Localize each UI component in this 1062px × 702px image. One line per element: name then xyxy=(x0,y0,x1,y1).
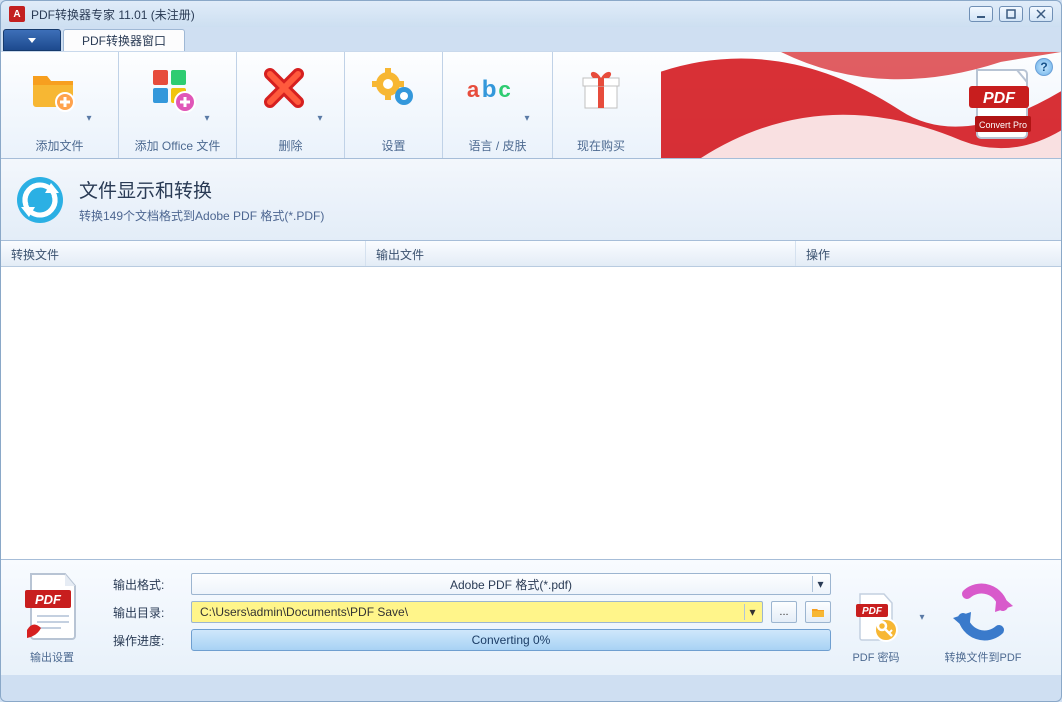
svg-text:b: b xyxy=(481,76,496,103)
col-operation[interactable]: 操作 xyxy=(796,241,1061,266)
ribbon-group-buy: 现在购买 xyxy=(553,52,649,158)
ribbon: ▾ 添加文件 ▾ 添加 Office 文件 ▾ 删除 设置 xyxy=(1,51,1061,159)
add-office-button[interactable] xyxy=(137,58,205,118)
tab-converter[interactable]: PDF转换器窗口 xyxy=(63,29,185,51)
row-progress: 操作进度: Converting 0% xyxy=(113,626,831,654)
out-dir-label: 输出目录: xyxy=(113,604,183,621)
pdf-doc-icon: PDF xyxy=(21,570,83,647)
svg-text:PDF: PDF xyxy=(983,90,1016,107)
bottom-panel: PDF 输出设置 输出格式: Adobe PDF 格式(*.pdf) ▾ 输出目… xyxy=(1,559,1061,675)
folder-icon xyxy=(811,606,825,618)
settings-button[interactable] xyxy=(360,58,428,118)
convert-icon xyxy=(947,582,1019,647)
refresh-icon xyxy=(15,175,65,225)
add-office-dropdown[interactable]: ▾ xyxy=(205,93,219,124)
panel-header: 文件显示和转换 转换149个文档格式到Adobe PDF 格式(*.PDF) xyxy=(1,159,1061,241)
window-title: PDF转换器专家 11.01 (未注册) xyxy=(31,6,195,23)
titlebar: A PDF转换器专家 11.01 (未注册) xyxy=(1,1,1061,27)
convert-label: 转换文件到PDF xyxy=(945,649,1022,665)
abc-icon: abc xyxy=(465,62,517,114)
add-office-label: 添加 Office 文件 xyxy=(119,137,236,154)
file-menu-button[interactable] xyxy=(3,29,61,51)
progress-text: Converting 0% xyxy=(472,633,551,647)
ribbon-group-lang: abc ▾ 语言 / 皮肤 xyxy=(443,52,553,158)
file-list[interactable] xyxy=(1,267,1061,559)
svg-text:Convert Pro: Convert Pro xyxy=(979,120,1027,130)
col-convert-file[interactable]: 转换文件 xyxy=(1,241,366,266)
lang-skin-button[interactable]: abc xyxy=(457,58,525,118)
chevron-down-icon: ▾ xyxy=(744,604,760,620)
convert-button[interactable]: 转换文件到PDF xyxy=(929,566,1037,669)
output-settings-label: 输出设置 xyxy=(30,649,74,665)
panel-text: 文件显示和转换 转换149个文档格式到Adobe PDF 格式(*.PDF) xyxy=(79,176,324,224)
out-format-label: 输出格式: xyxy=(113,576,183,593)
panel-title: 文件显示和转换 xyxy=(79,176,324,203)
svg-text:PDF: PDF xyxy=(35,592,62,607)
ribbon-group-settings: 设置 xyxy=(345,52,443,158)
app-icon: A xyxy=(9,6,25,22)
panel-subtitle: 转换149个文档格式到Adobe PDF 格式(*.PDF) xyxy=(79,207,324,224)
ribbon-group-add-office: ▾ 添加 Office 文件 xyxy=(119,52,237,158)
output-form: 输出格式: Adobe PDF 格式(*.pdf) ▾ 输出目录: C:\Use… xyxy=(97,566,837,669)
delete-dropdown[interactable]: ▾ xyxy=(318,93,332,124)
progress-label: 操作进度: xyxy=(113,632,183,649)
add-file-button[interactable] xyxy=(19,58,87,118)
app-logo: PDF Convert Pro xyxy=(959,58,1055,154)
row-format: 输出格式: Adobe PDF 格式(*.pdf) ▾ xyxy=(113,570,831,598)
window-controls xyxy=(969,6,1053,22)
pdf-password-label: PDF 密码 xyxy=(852,649,899,665)
lang-skin-label: 语言 / 皮肤 xyxy=(443,137,552,154)
gear-icon xyxy=(368,62,420,114)
close-button[interactable] xyxy=(1029,6,1053,22)
ribbon-group-add-file: ▾ 添加文件 xyxy=(1,52,119,158)
delete-x-icon xyxy=(258,62,310,114)
svg-text:a: a xyxy=(466,77,479,102)
folder-add-icon xyxy=(27,62,79,114)
progress-bar: Converting 0% xyxy=(191,629,831,651)
pdf-password-dropdown[interactable]: ▾ xyxy=(915,566,929,669)
chevron-down-icon: ▾ xyxy=(812,576,828,592)
delete-label: 删除 xyxy=(237,137,344,154)
buy-now-button[interactable] xyxy=(567,58,635,118)
buy-now-label: 现在购买 xyxy=(553,137,649,154)
out-format-select[interactable]: Adobe PDF 格式(*.pdf) ▾ xyxy=(191,573,831,595)
output-settings-button[interactable]: PDF 输出设置 xyxy=(7,566,97,669)
delete-button[interactable] xyxy=(250,58,318,118)
ribbon-group-delete: ▾ 删除 xyxy=(237,52,345,158)
out-dir-field[interactable]: C:\Users\admin\Documents\PDF Save\ ▾ xyxy=(191,601,763,623)
office-add-icon xyxy=(145,62,197,114)
add-file-label: 添加文件 xyxy=(1,137,118,154)
out-format-value: Adobe PDF 格式(*.pdf) xyxy=(450,576,572,593)
browse-button[interactable]: ... xyxy=(771,601,797,623)
row-dir: 输出目录: C:\Users\admin\Documents\PDF Save\… xyxy=(113,598,831,626)
column-headers: 转换文件 输出文件 操作 xyxy=(1,241,1061,267)
svg-text:PDF: PDF xyxy=(862,606,883,617)
settings-label: 设置 xyxy=(345,137,442,154)
svg-text:c: c xyxy=(498,77,510,102)
open-folder-button[interactable] xyxy=(805,601,831,623)
gift-icon xyxy=(575,62,627,114)
col-output-file[interactable]: 输出文件 xyxy=(366,241,796,266)
add-file-dropdown[interactable]: ▾ xyxy=(87,93,101,124)
lang-skin-dropdown[interactable]: ▾ xyxy=(525,93,539,124)
out-dir-value: C:\Users\admin\Documents\PDF Save\ xyxy=(200,605,408,619)
pdf-password-button[interactable]: PDF PDF 密码 xyxy=(837,566,915,669)
pdf-password-icon: PDF xyxy=(852,590,900,647)
minimize-button[interactable] xyxy=(969,6,993,22)
tabstrip: PDF转换器窗口 xyxy=(1,27,1061,51)
maximize-button[interactable] xyxy=(999,6,1023,22)
